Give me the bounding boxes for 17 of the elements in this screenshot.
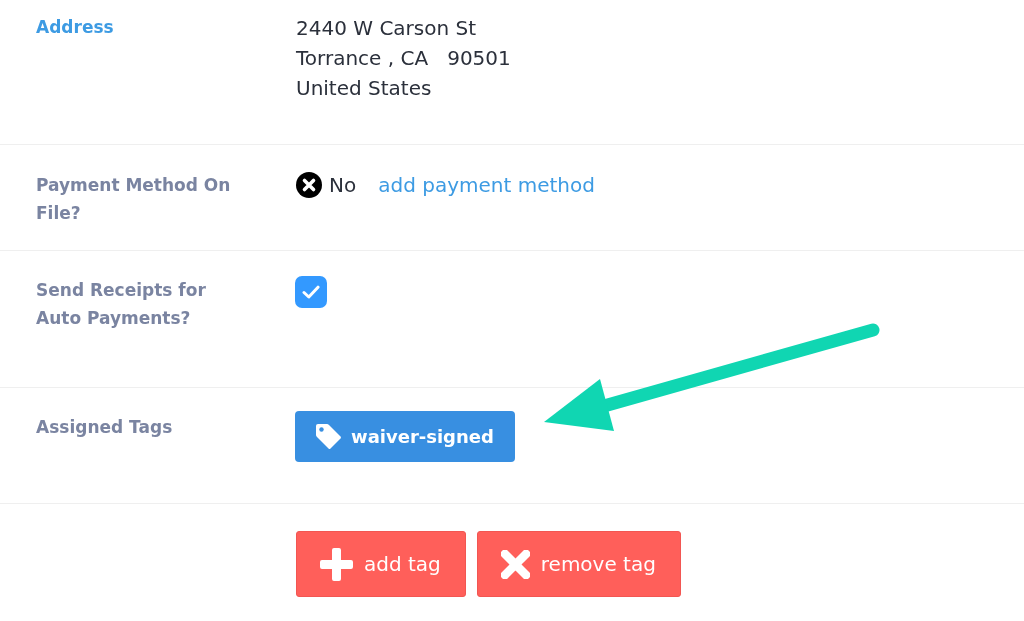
tag-icon — [315, 423, 342, 450]
check-icon — [302, 285, 320, 299]
tag-chip[interactable]: waiver-signed — [295, 411, 515, 462]
add-payment-link[interactable]: add payment method — [378, 173, 595, 197]
address-line: United States — [296, 75, 432, 102]
field-label: Assigned Tags — [36, 416, 173, 439]
address-line: Torrance , CA 90501 — [296, 45, 511, 72]
field-label: Address — [36, 16, 114, 39]
status-text: No — [329, 173, 357, 197]
field-label: Payment Method On File? — [36, 174, 232, 225]
add-tag-button[interactable]: add tag — [296, 531, 466, 597]
field-label: Send Receipts for Auto Payments? — [36, 279, 207, 330]
address-line: 2440 W Carson St — [296, 15, 477, 42]
remove-tag-button[interactable]: remove tag — [476, 531, 681, 597]
plus-icon — [320, 547, 353, 581]
x-icon — [500, 549, 530, 579]
receipts-checkbox[interactable] — [295, 276, 327, 308]
